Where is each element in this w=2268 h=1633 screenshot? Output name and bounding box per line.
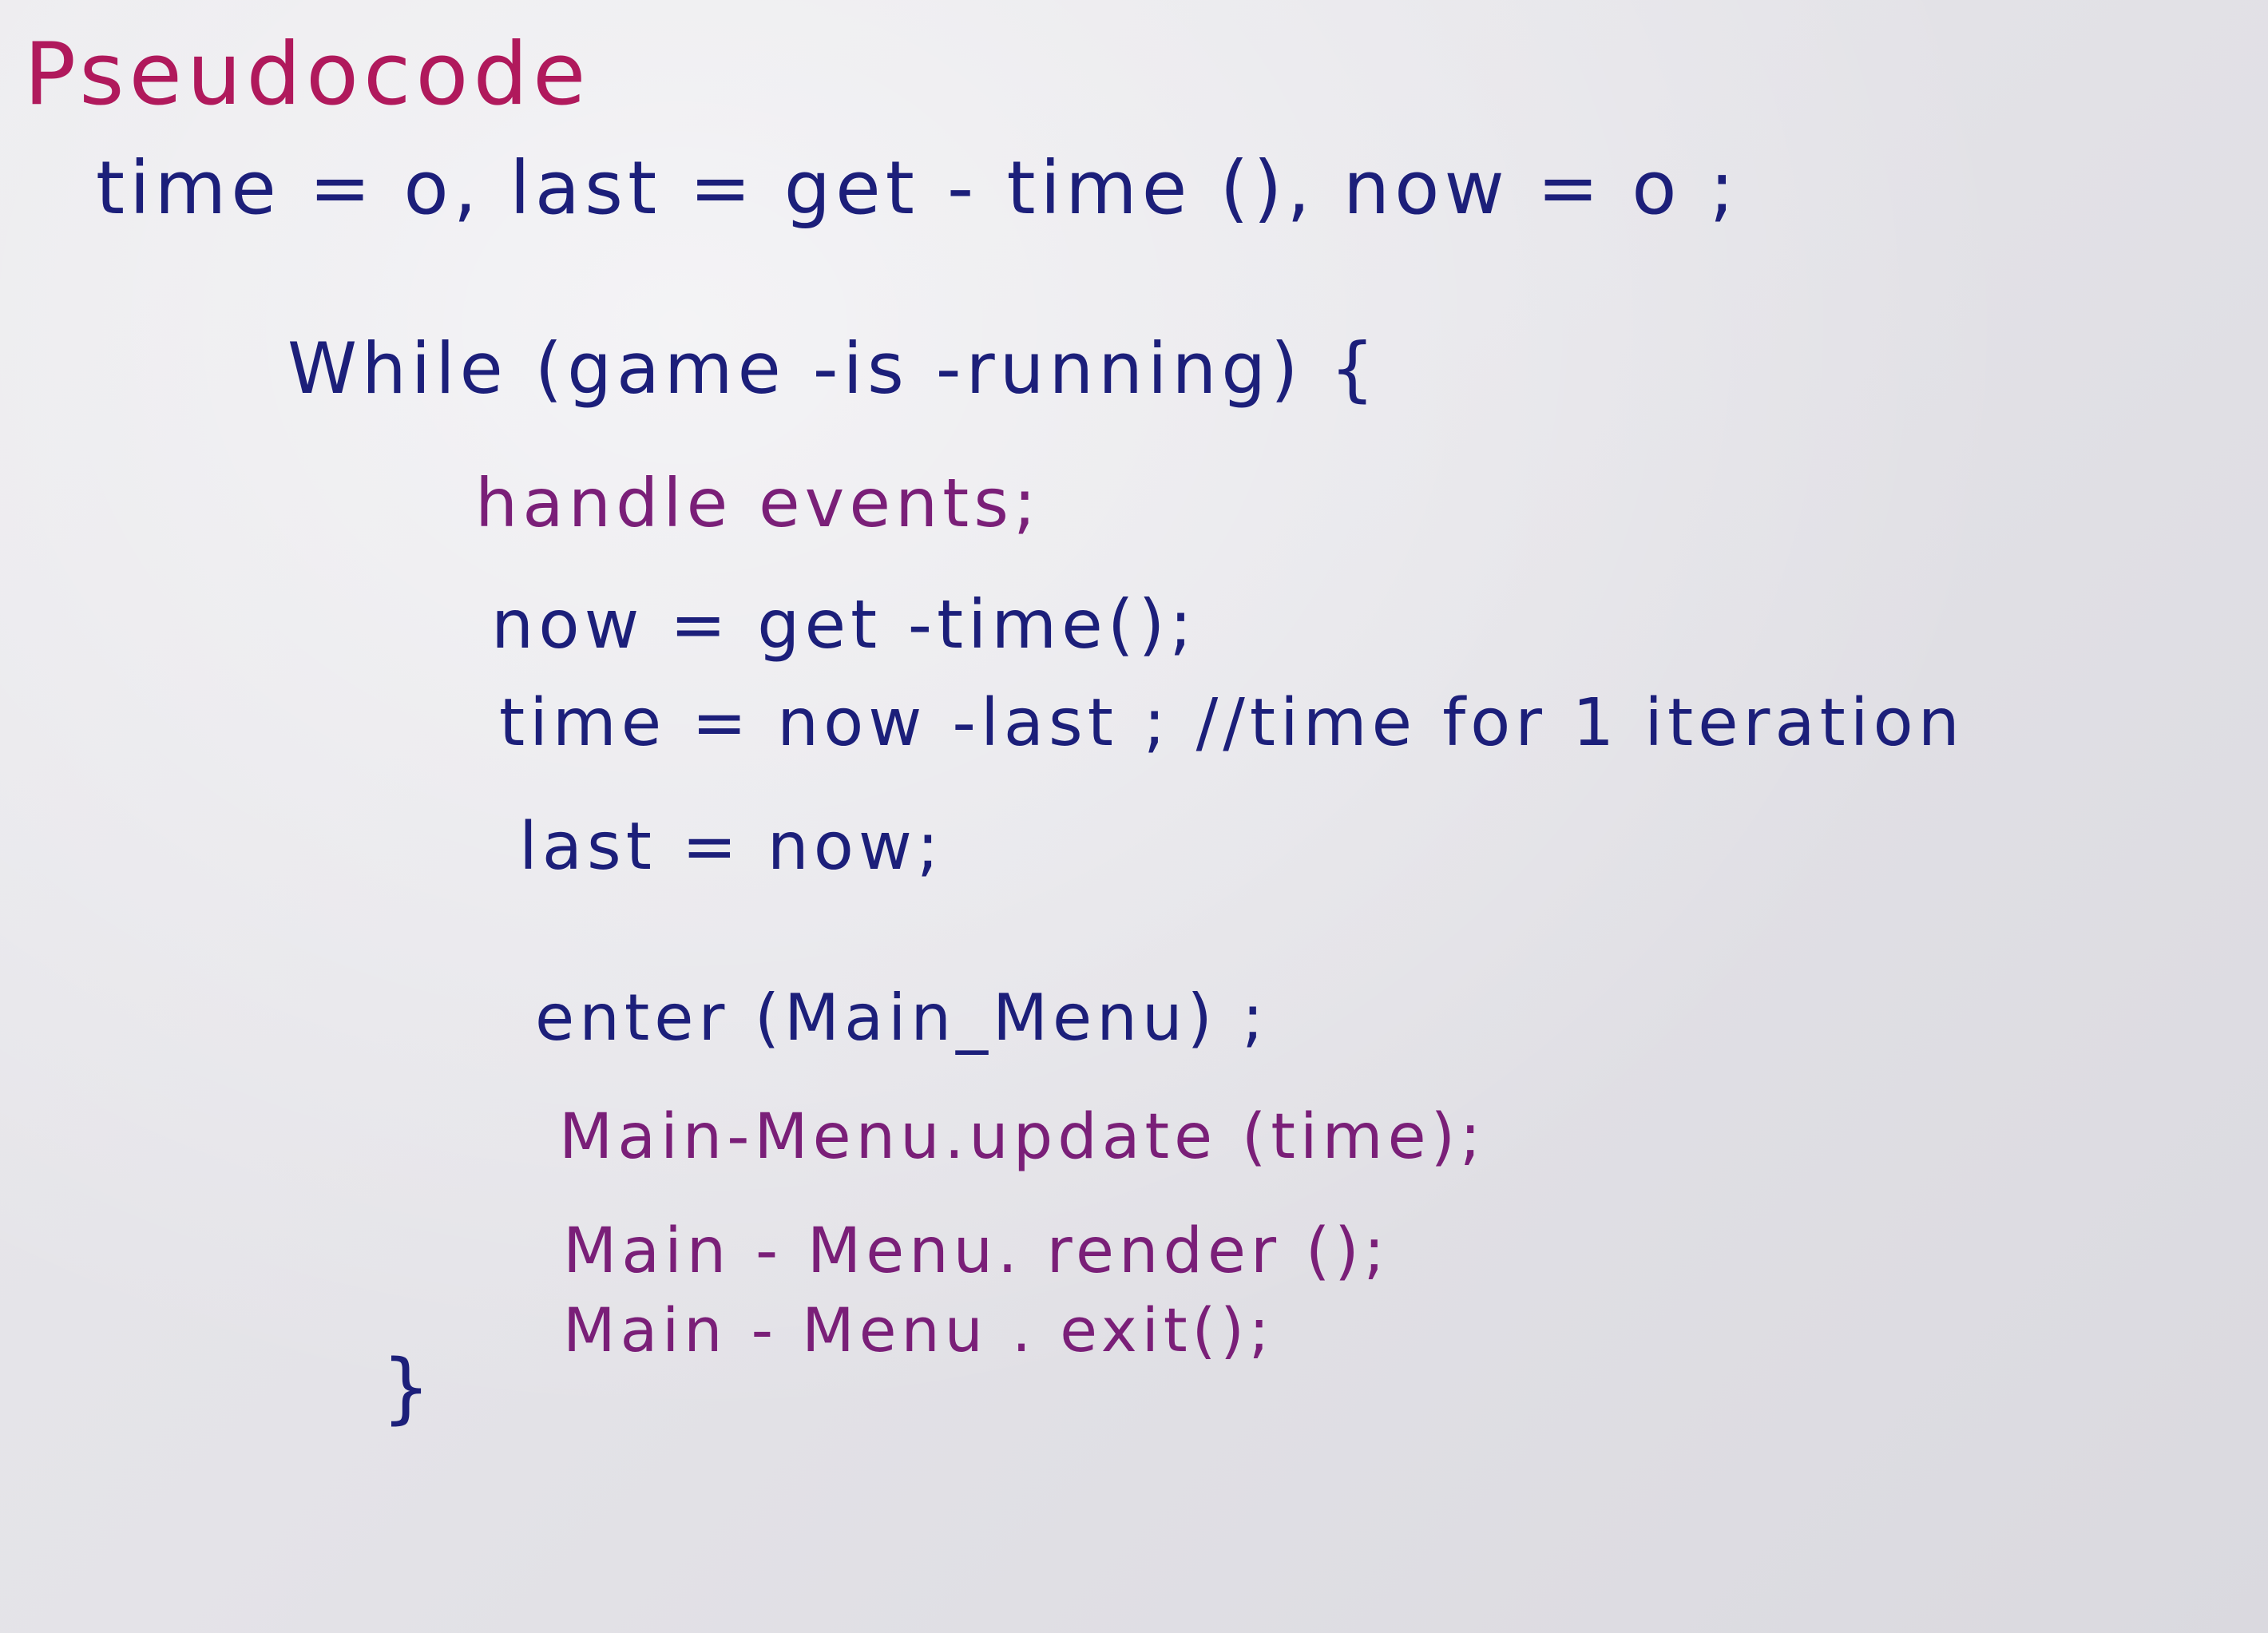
code-line-handle-events: handle events; <box>475 464 1041 542</box>
code-line-render: Main - Menu. render (); <box>563 1215 1390 1287</box>
code-line-update: Main-Menu.update (time); <box>559 1101 1486 1173</box>
paper-background: Pseudocode time = o, last = get - time (… <box>0 0 2268 1633</box>
code-line-exit: Main - Menu . exit(); <box>563 1294 1275 1365</box>
code-line-while: While (game -is -running) { <box>287 327 1380 410</box>
page-title: Pseudocode <box>24 25 591 125</box>
code-line-last: last = now; <box>519 809 944 885</box>
code-line-enter: enter (Main_Menu) ; <box>535 981 1269 1055</box>
code-line-close-brace: } <box>382 1343 436 1433</box>
code-line-now: now = get -time(); <box>491 585 1197 664</box>
code-line-init: time = o, last = get - time (), now = o … <box>96 145 1739 231</box>
code-line-time: time = now -last ; //time for 1 iteratio… <box>499 685 1965 761</box>
